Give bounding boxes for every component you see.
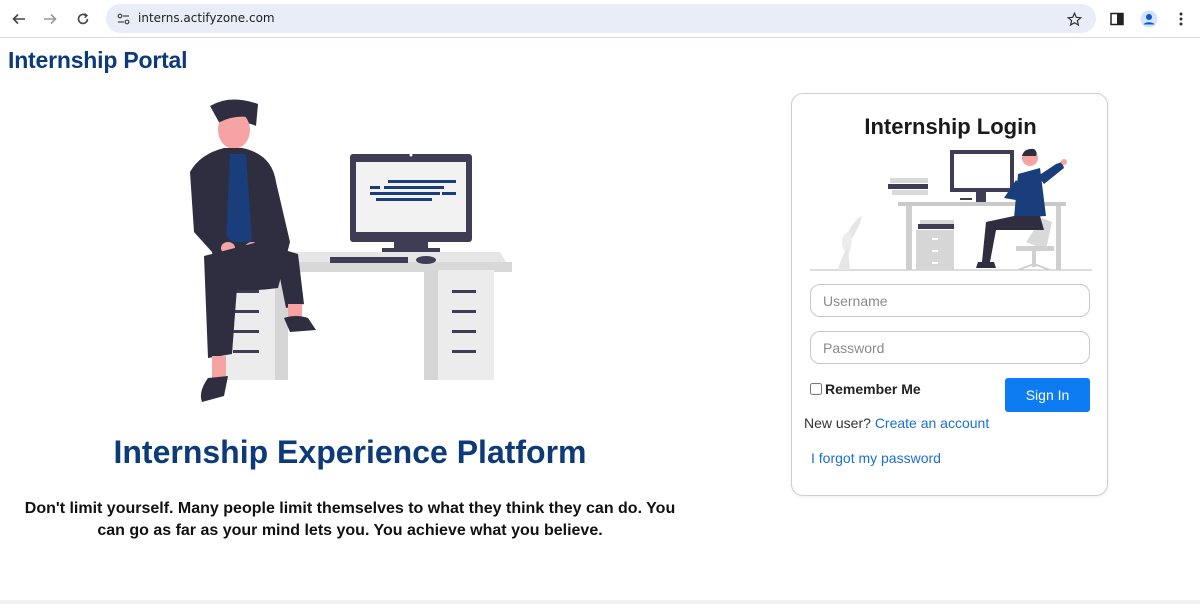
- platform-title: Internship Experience Platform: [113, 434, 587, 470]
- bookmark-star-icon[interactable]: [1066, 11, 1082, 27]
- profile-avatar-icon[interactable]: [1139, 9, 1159, 29]
- username-input[interactable]: [810, 284, 1090, 317]
- sign-in-button[interactable]: Sign In: [1005, 378, 1090, 412]
- new-user-line: New user? Create an account: [804, 415, 989, 431]
- password-input[interactable]: [810, 331, 1090, 364]
- url-text: interns.actifyzone.com: [138, 11, 275, 25]
- login-card: Internship Login Username Remember Me Si…: [791, 93, 1108, 496]
- reload-icon[interactable]: [73, 9, 93, 29]
- portal-title: Internship Portal: [8, 47, 188, 73]
- create-account-link[interactable]: Create an account: [875, 415, 989, 431]
- remember-me-label[interactable]: Remember Me: [825, 381, 921, 397]
- forgot-password-link[interactable]: I forgot my password: [811, 450, 941, 466]
- forward-icon[interactable]: [40, 9, 60, 29]
- site-settings-icon[interactable]: [115, 11, 131, 27]
- address-bar[interactable]: interns.actifyzone.com: [106, 4, 1096, 33]
- side-panel-icon[interactable]: [1107, 9, 1127, 29]
- back-icon[interactable]: [9, 9, 29, 29]
- remember-me-row: Remember Me: [810, 381, 921, 397]
- page-bottom-edge: [0, 600, 1200, 604]
- new-user-text: New user?: [804, 415, 871, 431]
- login-title: Internship Login: [864, 114, 1037, 139]
- more-menu-icon[interactable]: [1171, 9, 1191, 29]
- browser-toolbar: interns.actifyzone.com: [0, 0, 1200, 38]
- tagline: Don't limit yourself. Many people limit …: [24, 500, 676, 539]
- person-at-desk-illustration: [190, 99, 512, 402]
- workspace-illustration: [810, 148, 1092, 271]
- remember-me-checkbox[interactable]: [810, 383, 822, 395]
